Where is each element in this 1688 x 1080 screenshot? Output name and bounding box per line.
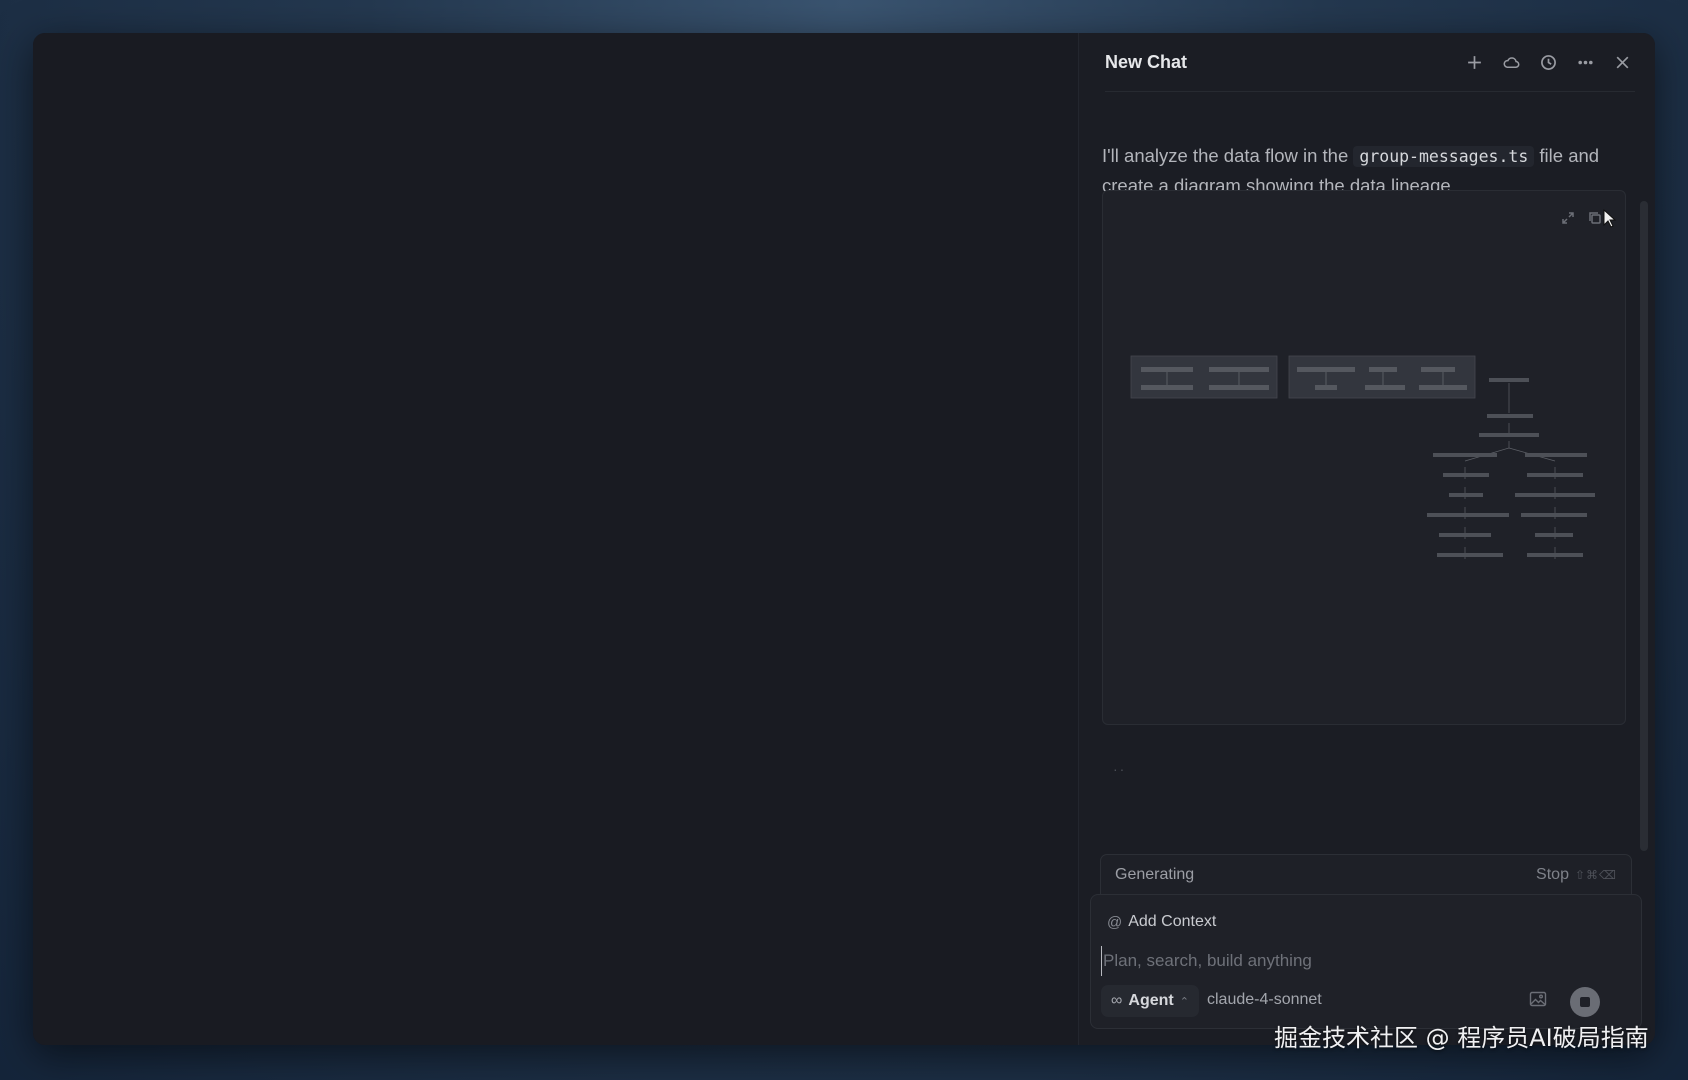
- close-icon: [1616, 56, 1628, 68]
- add-context-button[interactable]: @ Add Context: [1107, 913, 1216, 931]
- expand-diagram-button[interactable]: [1558, 208, 1578, 228]
- more-button[interactable]: [1574, 51, 1596, 73]
- stop-shortcut-hint: ⇧⌘⌫: [1574, 867, 1617, 882]
- diagram-subgraph-message-grouping: [1130, 355, 1278, 399]
- diagram-subgraph-content-transformation: [1288, 355, 1476, 399]
- history-icon: [1540, 54, 1556, 70]
- watermark: 掘金技术社区 @ 程序员AI破局指南: [1274, 1024, 1649, 1052]
- at-sign-icon: @: [1107, 913, 1123, 931]
- mouse-cursor-icon: [1603, 209, 1617, 228]
- chevron-up-icon: ⌃: [1179, 995, 1189, 1008]
- message-text-start: I'll analyze the data flow in the: [1102, 145, 1354, 166]
- cloud-button[interactable]: [1500, 51, 1522, 73]
- diagram-flow-tree: [1464, 383, 1556, 559]
- prompt-input[interactable]: [1101, 946, 1621, 976]
- stop-generation-button[interactable]: Stop ⇧⌘⌫: [1536, 866, 1617, 884]
- expand-icon: [1562, 212, 1574, 224]
- editor-area[interactable]: [33, 33, 1078, 1045]
- generating-label: Generating: [1115, 865, 1195, 883]
- file-name-code: group-messages.ts: [1353, 146, 1535, 167]
- app-window: New Chat I'll analyze the data flow in t…: [33, 33, 1655, 1045]
- infinity-icon: ∞: [1111, 992, 1123, 1009]
- new-chat-button[interactable]: [1463, 51, 1485, 73]
- stop-label: Stop: [1536, 865, 1569, 883]
- chat-scrollbar[interactable]: [1640, 201, 1648, 851]
- chat-header: New Chat: [1079, 33, 1655, 91]
- attach-image-button[interactable]: [1529, 991, 1551, 1011]
- chat-title: New Chat: [1105, 51, 1188, 72]
- diagram-flow-nodes: [1427, 378, 1595, 557]
- loading-indicator: ··: [1113, 761, 1127, 777]
- agent-label: Agent: [1128, 992, 1174, 1009]
- add-context-label: Add Context: [1128, 913, 1217, 930]
- more-icon: [1577, 60, 1593, 64]
- diagram-preview: [1130, 355, 1595, 559]
- plus-icon: [1467, 55, 1481, 69]
- chat-composer: @ Add Context ∞ Agent ⌃ claude-4-sonnet: [1090, 894, 1642, 1029]
- image-icon: [1529, 991, 1547, 1007]
- generating-bar: Generating Stop ⇧⌘⌫: [1100, 854, 1632, 894]
- header-actions: [1463, 51, 1633, 73]
- header-divider: [1105, 91, 1635, 92]
- diagram-card[interactable]: [1102, 190, 1626, 725]
- copy-icon: [1589, 212, 1601, 224]
- history-button[interactable]: [1537, 51, 1559, 73]
- cloud-icon: [1503, 56, 1519, 68]
- agent-mode-selector[interactable]: ∞ Agent ⌃: [1101, 985, 1199, 1017]
- stop-button[interactable]: [1570, 987, 1600, 1017]
- close-button[interactable]: [1611, 51, 1633, 73]
- copy-diagram-button[interactable]: [1585, 208, 1605, 228]
- chat-panel: New Chat I'll analyze the data flow in t…: [1079, 33, 1655, 1045]
- model-selector[interactable]: claude-4-sonnet: [1207, 991, 1322, 1009]
- stop-square-icon: [1580, 997, 1590, 1007]
